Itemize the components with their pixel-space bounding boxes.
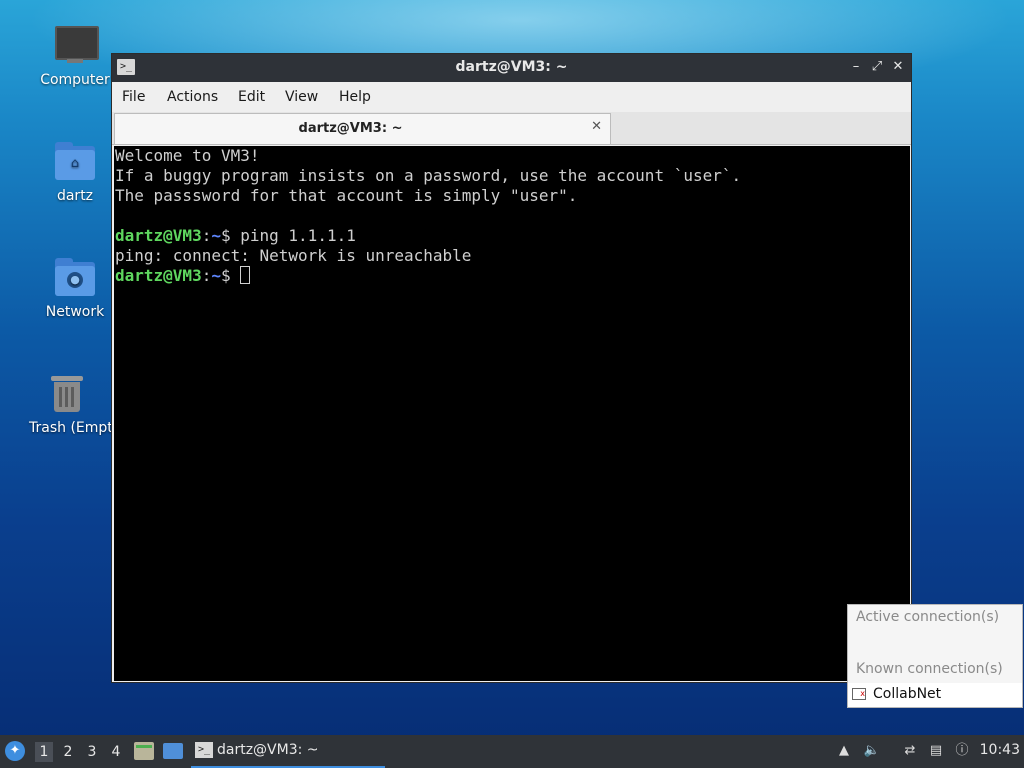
start-menu-icon[interactable]: ✦ bbox=[5, 741, 25, 761]
task-label: dartz@VM3: ~ bbox=[217, 742, 319, 758]
tray-arrow-icon[interactable]: ▲ bbox=[835, 742, 853, 760]
computer-icon bbox=[53, 24, 99, 68]
known-connections-header: Known connection(s) bbox=[856, 661, 1003, 677]
terminal-line: ping: connect: Network is unreachable bbox=[115, 246, 472, 265]
prompt-separator: : bbox=[201, 266, 212, 285]
desktop-icon-label: Computer bbox=[40, 72, 110, 88]
connection-label: CollabNet bbox=[873, 686, 942, 702]
menu-actions[interactable]: Actions bbox=[167, 89, 218, 105]
terminal-cursor bbox=[240, 266, 251, 284]
terminal-command: ping 1.1.1.1 bbox=[240, 226, 356, 245]
desktop-icon-label: Trash (Empt bbox=[29, 420, 112, 436]
clipboard-icon[interactable]: ▤ bbox=[927, 742, 945, 760]
trash-icon bbox=[45, 372, 89, 416]
prompt-symbol: $ bbox=[220, 266, 241, 285]
prompt-symbol: $ bbox=[220, 226, 241, 245]
desktop-switch-1[interactable]: 1 bbox=[35, 742, 53, 762]
menu-view[interactable]: View bbox=[285, 89, 318, 105]
wired-disconnected-icon: x bbox=[852, 688, 866, 700]
desktop-icon-computer[interactable]: Computer bbox=[28, 24, 122, 88]
tab-close-icon[interactable]: ✕ bbox=[591, 119, 602, 134]
menu-help[interactable]: Help bbox=[339, 89, 371, 105]
desktop-switch-4[interactable]: 4 bbox=[107, 742, 125, 762]
prompt-separator: : bbox=[201, 226, 212, 245]
prompt-user: dartz@VM3 bbox=[115, 266, 202, 285]
tab-title: dartz@VM3: ~ bbox=[298, 121, 403, 136]
terminal-line: If a buggy program insists on a password… bbox=[115, 166, 742, 185]
taskbar-task-terminal[interactable]: >_ dartz@VM3: ~ bbox=[191, 735, 385, 768]
show-desktop-icon[interactable] bbox=[163, 743, 183, 759]
desktop-icon-label: Network bbox=[45, 304, 105, 320]
terminal-line: The passsword for that account is simply… bbox=[115, 186, 578, 205]
desktop-icon-home[interactable]: ⌂ dartz bbox=[28, 140, 122, 204]
volume-icon[interactable]: 🔈 bbox=[863, 742, 881, 760]
desktop-switch-2[interactable]: 2 bbox=[59, 742, 77, 762]
connection-item-collabnet[interactable]: x CollabNet bbox=[848, 683, 1022, 707]
tab-bar: dartz@VM3: ~ ✕ bbox=[112, 112, 911, 145]
desktop-switch-3[interactable]: 3 bbox=[83, 742, 101, 762]
desktop-icon-network[interactable]: ● Network bbox=[28, 256, 122, 320]
tab-terminal[interactable]: dartz@VM3: ~ ✕ bbox=[114, 113, 611, 144]
prompt-user: dartz@VM3 bbox=[115, 226, 202, 245]
desktop-icon-label: dartz bbox=[56, 188, 94, 204]
network-menu-popup: Active connection(s) Known connection(s)… bbox=[847, 604, 1023, 708]
menu-edit[interactable]: Edit bbox=[238, 89, 265, 105]
active-connections-header: Active connection(s) bbox=[856, 609, 1000, 625]
window-title: dartz@VM3: ~ bbox=[455, 59, 568, 75]
network-icon[interactable]: ⇄ bbox=[901, 742, 919, 760]
prompt-path: ~ bbox=[211, 266, 221, 285]
clock[interactable]: 10:43 bbox=[980, 742, 1020, 758]
network-folder-icon: ● bbox=[53, 256, 97, 300]
terminal-line: Welcome to VM3! bbox=[115, 146, 260, 165]
terminal-output[interactable]: Welcome to VM3! If a buggy program insis… bbox=[114, 146, 910, 681]
file-manager-icon[interactable] bbox=[134, 742, 154, 760]
minimize-icon[interactable]: – bbox=[847, 58, 865, 76]
terminal-icon: >_ bbox=[195, 742, 213, 758]
prompt-path: ~ bbox=[211, 226, 221, 245]
home-folder-icon: ⌂ bbox=[53, 140, 97, 184]
close-icon[interactable]: ✕ bbox=[889, 58, 907, 76]
menu-file[interactable]: File bbox=[122, 89, 145, 105]
desktop-icon-trash[interactable]: Trash (Empt bbox=[22, 372, 112, 436]
maximize-icon[interactable]: ⤢ bbox=[868, 58, 886, 76]
window-titlebar[interactable]: >_ dartz@VM3: ~ – ⤢ ✕ bbox=[112, 54, 911, 82]
terminal-window: >_ dartz@VM3: ~ – ⤢ ✕ File Actions Edit … bbox=[111, 53, 912, 683]
taskbar: ✦ 1 2 3 4 >_ dartz@VM3: ~ ▲ 🔈 ⇄ ▤ ⓘ 10:4… bbox=[0, 735, 1024, 768]
update-notifier-icon[interactable]: ⓘ bbox=[953, 742, 971, 760]
menubar: File Actions Edit View Help bbox=[112, 82, 911, 112]
